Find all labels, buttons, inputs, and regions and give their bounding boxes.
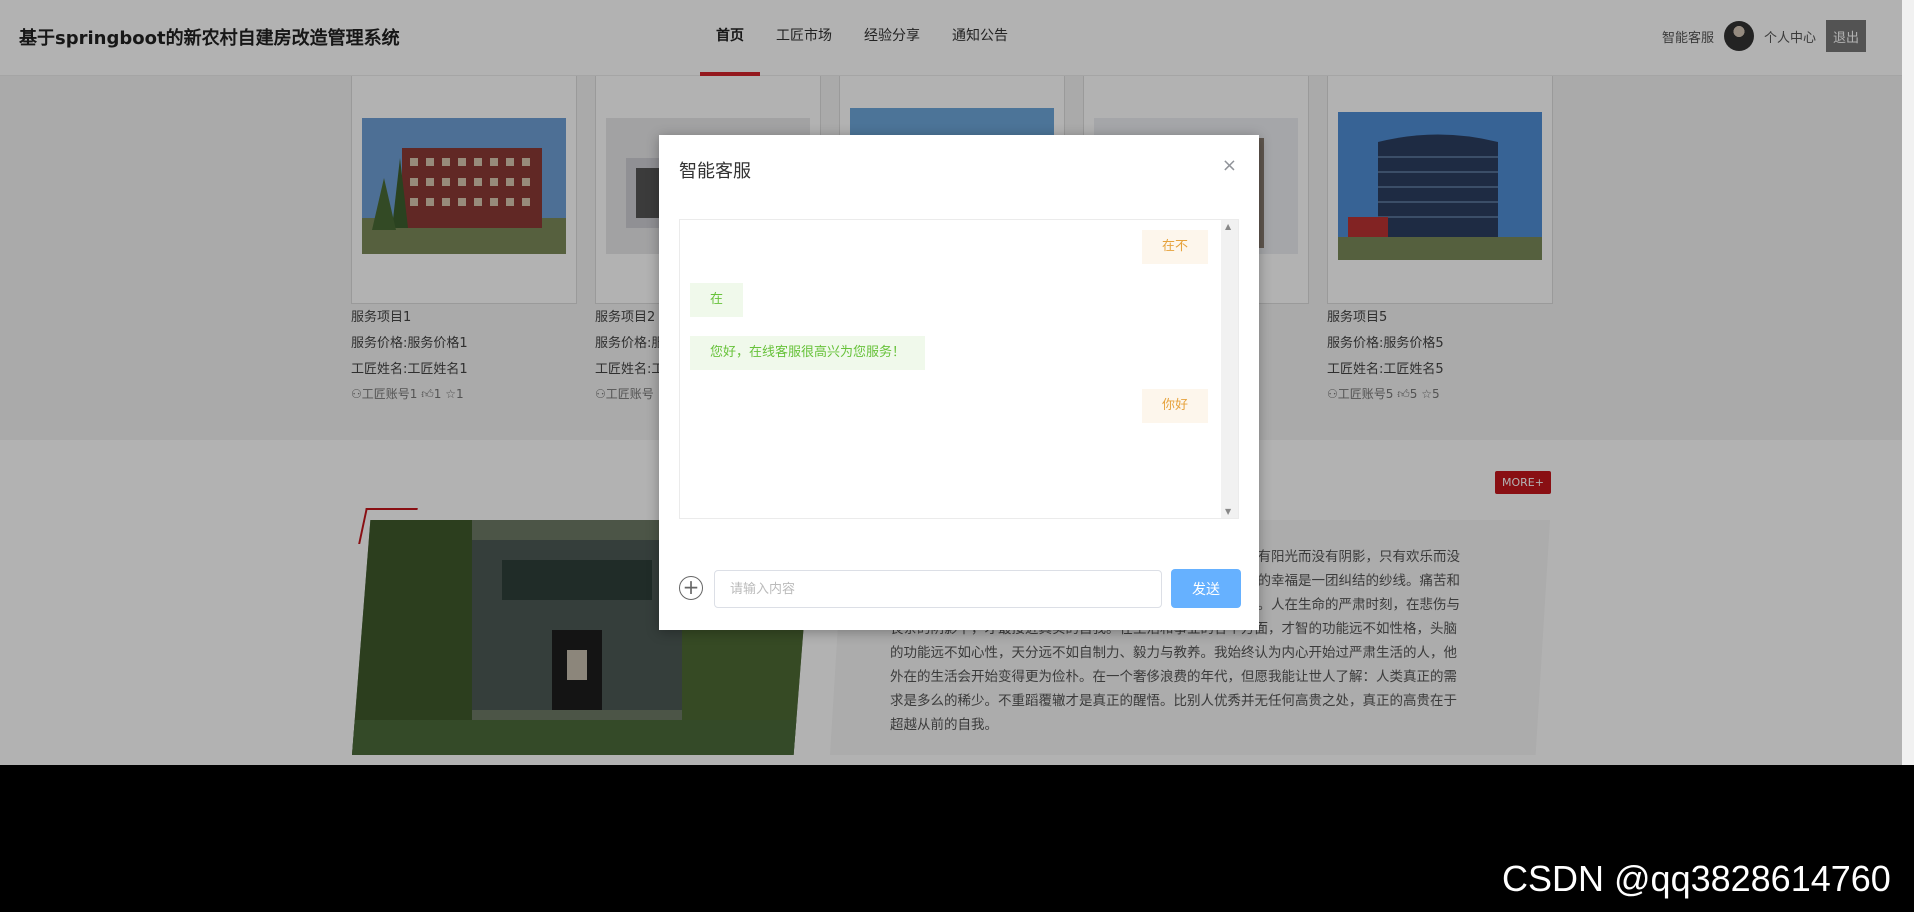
- scroll-up-icon[interactable]: ▲: [1225, 222, 1231, 231]
- page-scrollbar[interactable]: [1902, 0, 1914, 765]
- add-attachment-icon[interactable]: +: [679, 576, 703, 600]
- dialog-title: 智能客服: [679, 161, 751, 182]
- scroll-down-icon[interactable]: ▼: [1225, 507, 1231, 516]
- close-icon[interactable]: ×: [1222, 155, 1237, 176]
- chat-message-area[interactable]: 在不 在 您好，在线客服很高兴为您服务！ 你好 ▲ ▼: [679, 219, 1239, 519]
- send-button[interactable]: 发送: [1171, 569, 1241, 608]
- chat-input[interactable]: [714, 570, 1162, 608]
- browser-viewport: 基于springboot的新农村自建房改造管理系统 首页 工匠市场 经验分享 通…: [0, 0, 1902, 765]
- watermark: CSDN @qq3828614760: [1502, 858, 1891, 899]
- chat-composer: + 发送: [679, 568, 1241, 608]
- customer-service-dialog: 智能客服 × 在不 在 您好，在线客服很高兴为您服务！ 你好 ▲ ▼ + 发送: [659, 135, 1259, 630]
- chat-message-bot: 在: [690, 283, 744, 317]
- chat-message-bot: 您好，在线客服很高兴为您服务！: [690, 336, 926, 370]
- chat-message-user: 在不: [1141, 230, 1208, 264]
- chat-message-user: 你好: [1141, 389, 1208, 423]
- chat-scrollbar[interactable]: ▲ ▼: [1221, 220, 1238, 518]
